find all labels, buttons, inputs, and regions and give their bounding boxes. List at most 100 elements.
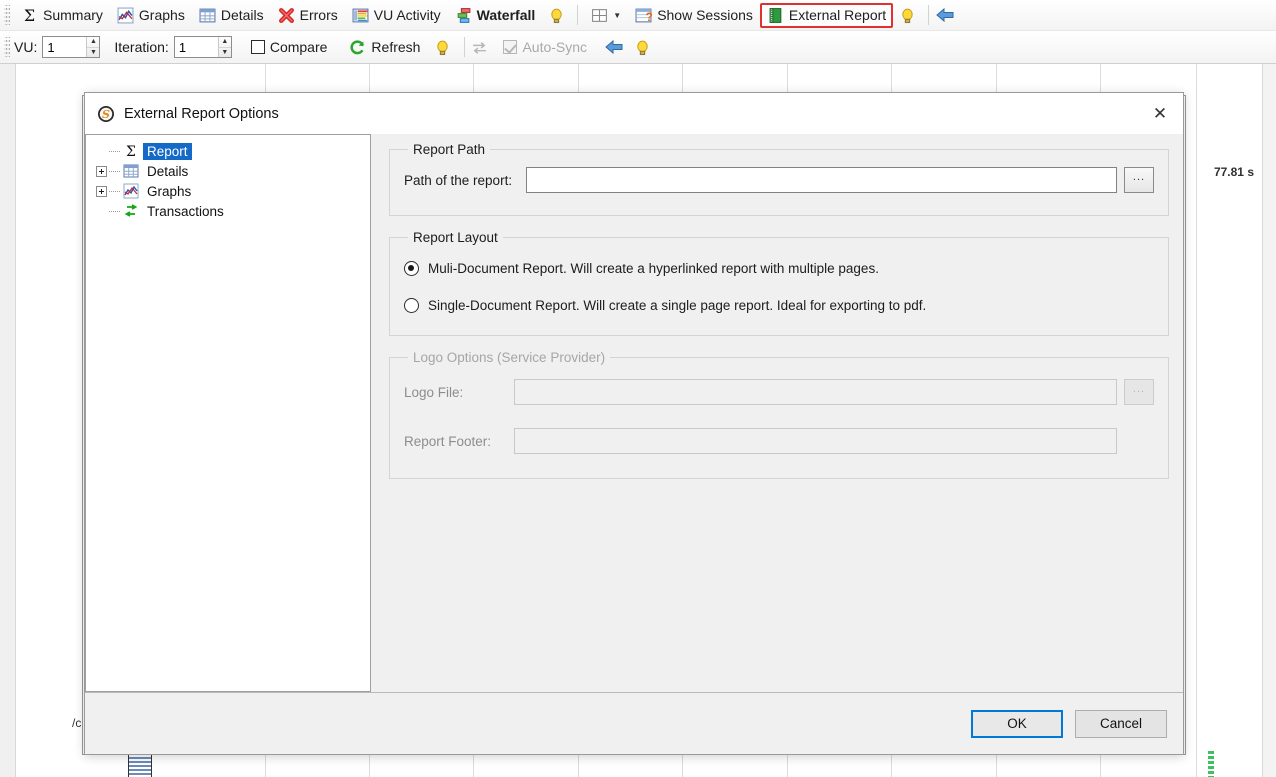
toolbar-label-external-report: External Report	[788, 7, 887, 23]
iteration-stepper-buttons[interactable]: ▲ ▼	[217, 37, 231, 58]
report-path-group: Report Path Path of the report: ...	[389, 142, 1169, 216]
vu-stepper-down[interactable]: ▼	[87, 48, 99, 58]
right-scrollbar[interactable]	[1262, 64, 1276, 777]
toolbar-button-layout[interactable]: ▼	[584, 3, 628, 28]
swap-arrows-icon	[473, 41, 487, 54]
iteration-stepper-up[interactable]: ▲	[218, 37, 231, 48]
toolbar-label-details: Details	[220, 7, 264, 23]
tree-connector	[109, 170, 121, 172]
tree-label-report: Report	[143, 142, 192, 160]
toolbar-button-summary[interactable]: Σ Summary	[14, 3, 110, 28]
report-path-legend: Report Path	[413, 142, 486, 157]
cancel-button[interactable]: Cancel	[1075, 709, 1167, 738]
dialog-footer: OK Cancel	[85, 692, 1183, 754]
path-of-report-label: Path of the report:	[404, 172, 513, 188]
tree-label-transactions: Transactions	[147, 203, 224, 219]
vu-stepper-up[interactable]: ▲	[87, 37, 100, 48]
radio-multi-document[interactable]: Muli-Document Report. Will create a hype…	[404, 261, 1154, 276]
lightbulb-icon[interactable]	[634, 39, 651, 56]
toolbar-button-vu-activity[interactable]: VU Activity	[345, 3, 448, 28]
iteration-label: Iteration:	[114, 39, 169, 55]
compare-checkbox[interactable]	[250, 40, 265, 54]
waterfall-green-bar	[1208, 751, 1214, 777]
s-logo-icon: S	[98, 105, 114, 122]
table-grid-icon	[199, 8, 216, 22]
toolbar-button-show-sessions[interactable]: ? Show Sessions	[628, 3, 760, 28]
compare-checkbox-row[interactable]: Compare	[244, 35, 335, 60]
radio-single-document-label: Single-Document Report. Will create a si…	[428, 298, 927, 313]
tree-item-transactions[interactable]: Transactions	[86, 201, 370, 221]
toolbar-label-waterfall: Waterfall	[476, 7, 536, 23]
lightbulb-icon[interactable]	[548, 7, 565, 24]
report-path-browse-button[interactable]: ...	[1124, 167, 1154, 193]
timeline-time-label: 77.81 s	[1213, 165, 1254, 179]
blue-back-arrow-icon[interactable]	[935, 6, 955, 24]
auto-sync-checkbox-row: Auto-Sync	[496, 35, 594, 60]
ok-button[interactable]: OK	[971, 709, 1063, 738]
lightbulb-icon[interactable]	[899, 7, 916, 24]
tree-item-details[interactable]: Details	[86, 161, 370, 181]
report-footer-label: Report Footer:	[404, 433, 492, 449]
secondary-toolbar: VU: ▲ ▼ Iteration: ▲ ▼ Compare Re	[0, 31, 1276, 64]
toolbar-grip[interactable]	[4, 5, 10, 25]
radio-multi-document-label: Muli-Document Report. Will create a hype…	[428, 261, 879, 276]
line-chart-icon	[123, 183, 139, 199]
waterfall-icon	[457, 7, 471, 23]
red-x-icon	[278, 7, 294, 23]
blue-back-arrow-icon[interactable]	[604, 38, 624, 56]
report-layout-legend: Report Layout	[413, 230, 498, 245]
refresh-button[interactable]: Refresh	[342, 35, 427, 60]
vu-input[interactable]	[43, 37, 87, 57]
dialog-titlebar[interactable]: S External Report Options ✕	[85, 93, 1183, 134]
iteration-stepper-down[interactable]: ▼	[219, 48, 231, 58]
transaction-icon	[124, 204, 138, 217]
line-chart-icon	[117, 7, 134, 23]
logo-options-group: Logo Options (Service Provider) Logo Fil…	[389, 350, 1169, 479]
toolbar-button-waterfall[interactable]: Waterfall	[448, 3, 543, 28]
toolbar-separator	[464, 37, 466, 57]
vu-stepper[interactable]: ▲ ▼	[42, 36, 101, 58]
toolbar-grip[interactable]	[4, 37, 10, 57]
lightbulb-icon[interactable]	[434, 39, 451, 56]
table-grid-icon	[123, 164, 139, 178]
close-icon[interactable]: ✕	[1137, 94, 1183, 134]
svg-text:?: ?	[646, 10, 652, 23]
green-refresh-icon	[350, 39, 365, 54]
report-footer-input	[514, 428, 1117, 454]
radio-multi-document-indicator[interactable]	[404, 261, 419, 276]
report-path-input[interactable]	[526, 167, 1117, 193]
svg-text:Σ: Σ	[24, 7, 35, 24]
left-gutter	[0, 64, 16, 777]
iteration-stepper[interactable]: ▲ ▼	[173, 36, 232, 58]
logo-file-browse-button: ...	[1124, 379, 1154, 405]
auto-sync-label: Auto-Sync	[522, 39, 588, 55]
vu-stepper-buttons[interactable]: ▲ ▼	[86, 37, 100, 58]
refresh-label: Refresh	[371, 39, 421, 55]
toolbar-button-external-report[interactable]: External Report	[759, 2, 894, 28]
application-window: 77.81 s /c Σ Summary Graphs Details Erro…	[0, 0, 1276, 777]
toolbar-button-graphs[interactable]: Graphs	[110, 3, 192, 28]
options-content: Report Path Path of the report: ... Repo…	[371, 134, 1183, 692]
toolbar-button-errors[interactable]: Errors	[271, 3, 345, 28]
tree-item-report[interactable]: Σ Report	[86, 141, 370, 161]
tree-item-graphs[interactable]: Graphs	[86, 181, 370, 201]
radio-single-document-indicator[interactable]	[404, 298, 419, 313]
logo-file-input	[514, 379, 1117, 405]
tree-expander-plus-icon[interactable]	[96, 165, 107, 177]
tree-expander-plus-icon[interactable]	[96, 185, 107, 197]
iteration-input[interactable]	[174, 37, 218, 57]
sessions-icon: ?	[635, 8, 652, 23]
radio-single-document[interactable]: Single-Document Report. Will create a si…	[404, 298, 1154, 313]
toolbar-label-errors: Errors	[299, 7, 338, 23]
vu-label: VU:	[14, 39, 38, 55]
main-toolbar: Σ Summary Graphs Details Errors VU Activ…	[0, 0, 1276, 31]
toolbar-label-show-sessions: Show Sessions	[657, 7, 753, 23]
toolbar-button-details[interactable]: Details	[192, 3, 271, 28]
logo-options-legend: Logo Options (Service Provider)	[413, 350, 606, 365]
tree-connector	[109, 150, 121, 152]
sigma-icon: Σ	[126, 144, 136, 159]
toolbar-label-summary: Summary	[43, 7, 103, 23]
waterfall-path-label: /c	[72, 716, 82, 730]
toolbar-label-graphs: Graphs	[138, 7, 185, 23]
